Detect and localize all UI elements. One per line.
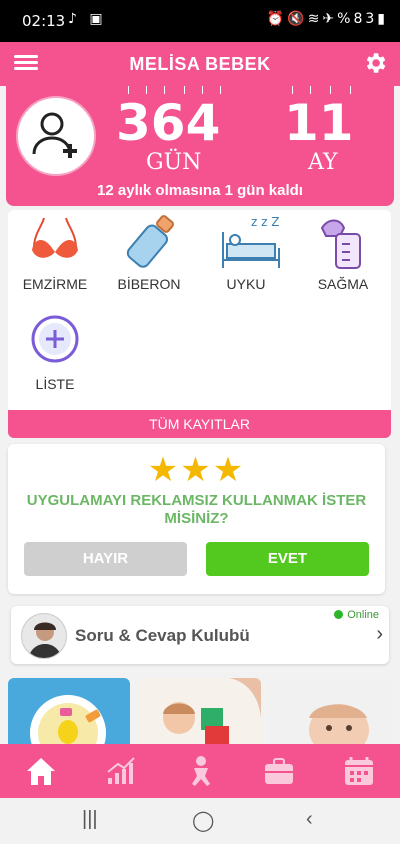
- airplane-icon: ✈: [322, 11, 338, 27]
- remaining-text: 12 aylık olmasına 1 gün kaldı: [97, 182, 303, 199]
- ad-free-question: UYGULAMAYI REKLAMSIZ KULLANMAK İSTER MİS…: [26, 492, 367, 527]
- calendar-icon[interactable]: [342, 754, 376, 788]
- add-photo-button[interactable]: [16, 96, 96, 176]
- baby-blocks-image: [163, 678, 261, 748]
- idea-bulb-image: [30, 695, 106, 748]
- status-bar: 02:13 ♪ ▣ ⏰🔇≋✈%83▮: [0, 0, 400, 42]
- ad-free-prompt: ★★★ UYGULAMAYI REKLAMSIZ KULLANMAK İSTER…: [8, 444, 385, 594]
- gear-icon[interactable]: [362, 50, 388, 76]
- status-right-icons: ⏰🔇≋✈%83▮: [267, 11, 388, 27]
- battery-icon: ▮: [377, 11, 388, 27]
- page-title: MELİSA BEBEK: [129, 54, 271, 74]
- bottom-nav: [0, 744, 400, 798]
- alarm-icon: ⏰: [266, 11, 288, 27]
- months-unit: AY: [308, 150, 338, 175]
- svg-text:z z Z: z z Z: [251, 215, 279, 229]
- growth-chart-icon[interactable]: [104, 754, 138, 788]
- online-status: Online: [334, 609, 379, 621]
- months-value: 11: [284, 94, 354, 152]
- club-avatar: [21, 613, 67, 659]
- back-icon[interactable]: ‹: [306, 808, 313, 831]
- stars-icon: ★★★: [147, 451, 246, 489]
- tile-label: SAĞMA: [317, 276, 369, 292]
- days-unit: GÜN: [146, 150, 202, 175]
- article-card[interactable]: [269, 678, 391, 748]
- plus-circle-icon: [31, 315, 79, 363]
- article-card[interactable]: [139, 678, 261, 748]
- all-records-button[interactable]: TÜM KAYITLAR: [8, 410, 391, 438]
- no-button[interactable]: HAYIR: [24, 542, 187, 576]
- activity-bottle[interactable]: BİBERON: [102, 210, 196, 310]
- baby-icon[interactable]: [184, 754, 218, 788]
- activity-pumping[interactable]: SAĞMA: [296, 210, 390, 310]
- qa-club-card[interactable]: Soru & Cevap Kulubü Online ›: [11, 606, 389, 664]
- online-dot-icon: [334, 610, 344, 619]
- mute-icon: 🔇: [287, 11, 308, 27]
- notification-icons: ♪ ▣: [68, 11, 107, 27]
- chevron-right-icon: ›: [376, 623, 383, 645]
- add-user-icon: [32, 112, 77, 158]
- activity-sleep[interactable]: z z Z UYKU: [199, 210, 293, 310]
- activity-grid: EMZİRME BİBERON z z Z UYKU SAĞMA LİSTE T…: [8, 210, 391, 438]
- online-label: Online: [347, 609, 379, 621]
- smiling-baby-image: [309, 704, 369, 748]
- activity-list[interactable]: LİSTE: [8, 310, 102, 410]
- system-nav-bar: ||| ◯ ‹: [0, 798, 400, 844]
- club-name: Soru & Cevap Kulubü: [75, 626, 250, 645]
- article-card[interactable]: [8, 678, 130, 748]
- tile-label: BİBERON: [117, 276, 181, 292]
- home-icon[interactable]: [24, 754, 58, 788]
- status-time: 02:13: [22, 12, 66, 30]
- bag-icon[interactable]: [262, 754, 296, 788]
- breast-pump-icon: [320, 219, 361, 269]
- battery-percent: %83: [337, 11, 378, 27]
- tile-label: UYKU: [226, 276, 266, 292]
- recent-apps-icon[interactable]: |||: [82, 808, 98, 831]
- baby-bottle-icon: [126, 215, 174, 268]
- app-bar: MELİSA BEBEK: [0, 42, 400, 86]
- bra-icon: [32, 217, 78, 258]
- tile-label: LİSTE: [35, 376, 75, 392]
- age-counter: 364 GÜN 11 AY 12 aylık olmasına 1 gün ka…: [6, 86, 394, 206]
- yes-button[interactable]: EVET: [206, 542, 369, 576]
- wifi-icon: ≋: [307, 11, 323, 27]
- home-system-icon[interactable]: ◯: [192, 808, 214, 833]
- article-cards: [8, 678, 392, 748]
- sleep-bed-icon: z z Z: [222, 215, 280, 268]
- days-value: 364: [116, 94, 221, 152]
- activity-breastfeeding[interactable]: EMZİRME: [8, 210, 102, 310]
- tile-label: EMZİRME: [22, 276, 88, 292]
